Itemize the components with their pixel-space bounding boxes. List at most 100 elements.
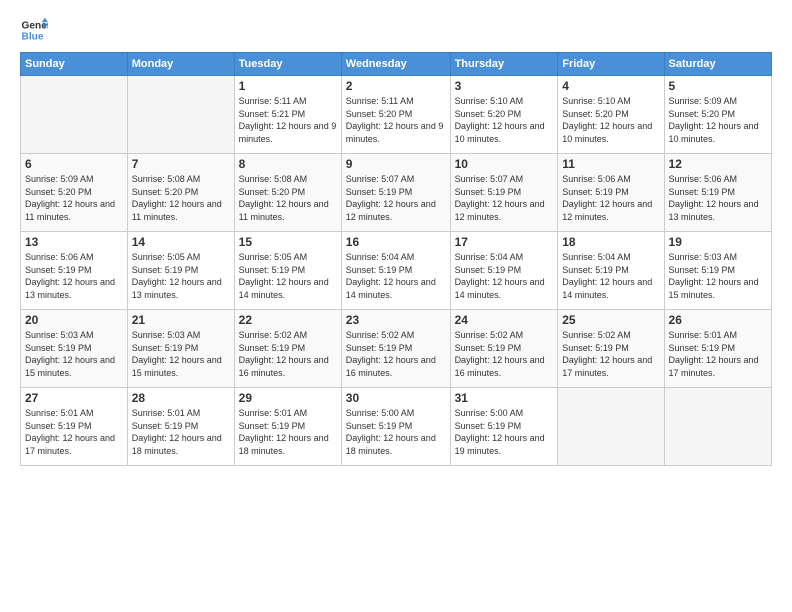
calendar-cell: 8Sunrise: 5:08 AMSunset: 5:20 PMDaylight… — [234, 154, 341, 232]
day-number: 8 — [239, 157, 337, 171]
calendar-table: SundayMondayTuesdayWednesdayThursdayFrid… — [20, 52, 772, 466]
day-info: Sunrise: 5:09 AMSunset: 5:20 PMDaylight:… — [25, 173, 123, 223]
day-info: Sunrise: 5:07 AMSunset: 5:19 PMDaylight:… — [346, 173, 446, 223]
day-info: Sunrise: 5:01 AMSunset: 5:19 PMDaylight:… — [239, 407, 337, 457]
day-number: 2 — [346, 79, 446, 93]
day-info: Sunrise: 5:02 AMSunset: 5:19 PMDaylight:… — [346, 329, 446, 379]
day-header-saturday: Saturday — [664, 53, 771, 76]
page: General Blue SundayMondayTuesdayWednesda… — [0, 0, 792, 612]
day-number: 3 — [455, 79, 554, 93]
calendar-cell: 20Sunrise: 5:03 AMSunset: 5:19 PMDayligh… — [21, 310, 128, 388]
day-number: 30 — [346, 391, 446, 405]
day-header-thursday: Thursday — [450, 53, 558, 76]
calendar-cell: 6 Sunrise: 5:09 AMSunset: 5:20 PMDaylight… — [21, 154, 128, 232]
day-number: 6 — [25, 157, 123, 171]
day-number: 24 — [455, 313, 554, 327]
calendar-cell: 29 Sunrise: 5:01 AMSunset: 5:19 PMDayligh… — [234, 388, 341, 466]
day-info: Sunrise: 5:00 AMSunset: 5:19 PMDaylight:… — [346, 407, 446, 457]
calendar-cell: 27Sunrise: 5:01 AMSunset: 5:19 PMDayligh… — [21, 388, 128, 466]
day-number: 18 — [562, 235, 659, 249]
logo-icon: General Blue — [20, 16, 48, 44]
calendar-cell: 28 Sunrise: 5:01 AMSunset: 5:19 PMDayligh… — [127, 388, 234, 466]
day-info: Sunrise: 5:11 AMSunset: 5:21 PMDaylight:… — [239, 95, 337, 145]
day-number: 17 — [455, 235, 554, 249]
calendar-cell: 12Sunrise: 5:06 AMSunset: 5:19 PMDayligh… — [664, 154, 771, 232]
calendar-cell: 13Sunrise: 5:06 AMSunset: 5:19 PMDayligh… — [21, 232, 128, 310]
calendar-cell: 17 Sunrise: 5:04 AMSunset: 5:19 PMDayligh… — [450, 232, 558, 310]
day-number: 13 — [25, 235, 123, 249]
calendar-cell: 10 Sunrise: 5:07 AMSunset: 5:19 PMDayligh… — [450, 154, 558, 232]
day-info: Sunrise: 5:00 AMSunset: 5:19 PMDaylight:… — [455, 407, 554, 457]
day-number: 29 — [239, 391, 337, 405]
calendar-cell: 3 Sunrise: 5:10 AMSunset: 5:20 PMDaylight… — [450, 76, 558, 154]
day-info: Sunrise: 5:10 AMSunset: 5:20 PMDaylight:… — [455, 95, 554, 145]
day-number: 23 — [346, 313, 446, 327]
calendar-cell: 22Sunrise: 5:02 AMSunset: 5:19 PMDayligh… — [234, 310, 341, 388]
calendar-cell: 16 Sunrise: 5:04 AMSunset: 5:19 PMDayligh… — [341, 232, 450, 310]
day-number: 31 — [455, 391, 554, 405]
calendar-cell: 30 Sunrise: 5:00 AMSunset: 5:19 PMDayligh… — [341, 388, 450, 466]
calendar-cell: 15 Sunrise: 5:05 AMSunset: 5:19 PMDayligh… — [234, 232, 341, 310]
calendar-cell — [127, 76, 234, 154]
day-info: Sunrise: 5:07 AMSunset: 5:19 PMDaylight:… — [455, 173, 554, 223]
day-number: 4 — [562, 79, 659, 93]
day-info: Sunrise: 5:08 AMSunset: 5:20 PMDaylight:… — [132, 173, 230, 223]
calendar-cell: 7 Sunrise: 5:08 AMSunset: 5:20 PMDaylight… — [127, 154, 234, 232]
calendar-cell: 9 Sunrise: 5:07 AMSunset: 5:19 PMDaylight… — [341, 154, 450, 232]
day-info: Sunrise: 5:11 AMSunset: 5:20 PMDaylight:… — [346, 95, 446, 145]
day-number: 25 — [562, 313, 659, 327]
day-number: 10 — [455, 157, 554, 171]
calendar-cell: 2 Sunrise: 5:11 AMSunset: 5:20 PMDaylight… — [341, 76, 450, 154]
day-header-tuesday: Tuesday — [234, 53, 341, 76]
calendar-cell: 18 Sunrise: 5:04 AMSunset: 5:19 PMDayligh… — [558, 232, 664, 310]
day-number: 21 — [132, 313, 230, 327]
calendar-cell: 31 Sunrise: 5:00 AMSunset: 5:19 PMDayligh… — [450, 388, 558, 466]
day-number: 5 — [669, 79, 767, 93]
calendar-cell: 5 Sunrise: 5:09 AMSunset: 5:20 PMDaylight… — [664, 76, 771, 154]
calendar-cell: 24 Sunrise: 5:02 AMSunset: 5:19 PMDayligh… — [450, 310, 558, 388]
day-info: Sunrise: 5:02 AMSunset: 5:19 PMDaylight:… — [562, 329, 659, 379]
day-number: 9 — [346, 157, 446, 171]
day-info: Sunrise: 5:01 AMSunset: 5:19 PMDaylight:… — [669, 329, 767, 379]
day-info: Sunrise: 5:03 AMSunset: 5:19 PMDaylight:… — [669, 251, 767, 301]
day-number: 16 — [346, 235, 446, 249]
calendar-cell: 4 Sunrise: 5:10 AMSunset: 5:20 PMDaylight… — [558, 76, 664, 154]
day-number: 11 — [562, 157, 659, 171]
svg-text:Blue: Blue — [22, 31, 44, 42]
day-number: 26 — [669, 313, 767, 327]
day-number: 12 — [669, 157, 767, 171]
calendar-cell: 19Sunrise: 5:03 AMSunset: 5:19 PMDayligh… — [664, 232, 771, 310]
day-info: Sunrise: 5:04 AMSunset: 5:19 PMDaylight:… — [346, 251, 446, 301]
day-header-friday: Friday — [558, 53, 664, 76]
day-info: Sunrise: 5:10 AMSunset: 5:20 PMDaylight:… — [562, 95, 659, 145]
day-info: Sunrise: 5:01 AMSunset: 5:19 PMDaylight:… — [132, 407, 230, 457]
day-info: Sunrise: 5:04 AMSunset: 5:19 PMDaylight:… — [562, 251, 659, 301]
day-info: Sunrise: 5:06 AMSunset: 5:19 PMDaylight:… — [562, 173, 659, 223]
calendar-cell — [21, 76, 128, 154]
day-header-wednesday: Wednesday — [341, 53, 450, 76]
calendar-cell: 21 Sunrise: 5:03 AMSunset: 5:19 PMDayligh… — [127, 310, 234, 388]
calendar-cell — [664, 388, 771, 466]
day-number: 15 — [239, 235, 337, 249]
day-number: 14 — [132, 235, 230, 249]
day-number: 22 — [239, 313, 337, 327]
calendar-cell: 25 Sunrise: 5:02 AMSunset: 5:19 PMDayligh… — [558, 310, 664, 388]
calendar-cell: 14 Sunrise: 5:05 AMSunset: 5:19 PMDayligh… — [127, 232, 234, 310]
day-number: 7 — [132, 157, 230, 171]
calendar-cell: 11 Sunrise: 5:06 AMSunset: 5:19 PMDayligh… — [558, 154, 664, 232]
calendar-cell: 23 Sunrise: 5:02 AMSunset: 5:19 PMDayligh… — [341, 310, 450, 388]
day-info: Sunrise: 5:05 AMSunset: 5:19 PMDaylight:… — [239, 251, 337, 301]
day-number: 27 — [25, 391, 123, 405]
calendar-cell — [558, 388, 664, 466]
day-info: Sunrise: 5:05 AMSunset: 5:19 PMDaylight:… — [132, 251, 230, 301]
day-info: Sunrise: 5:09 AMSunset: 5:20 PMDaylight:… — [669, 95, 767, 145]
day-header-sunday: Sunday — [21, 53, 128, 76]
day-info: Sunrise: 5:02 AMSunset: 5:19 PMDaylight:… — [455, 329, 554, 379]
day-info: Sunrise: 5:04 AMSunset: 5:19 PMDaylight:… — [455, 251, 554, 301]
day-info: Sunrise: 5:03 AMSunset: 5:19 PMDaylight:… — [132, 329, 230, 379]
day-number: 28 — [132, 391, 230, 405]
header: General Blue — [20, 16, 772, 44]
calendar-cell: 1 Sunrise: 5:11 AMSunset: 5:21 PMDaylight… — [234, 76, 341, 154]
day-number: 1 — [239, 79, 337, 93]
calendar-cell: 26 Sunrise: 5:01 AMSunset: 5:19 PMDayligh… — [664, 310, 771, 388]
